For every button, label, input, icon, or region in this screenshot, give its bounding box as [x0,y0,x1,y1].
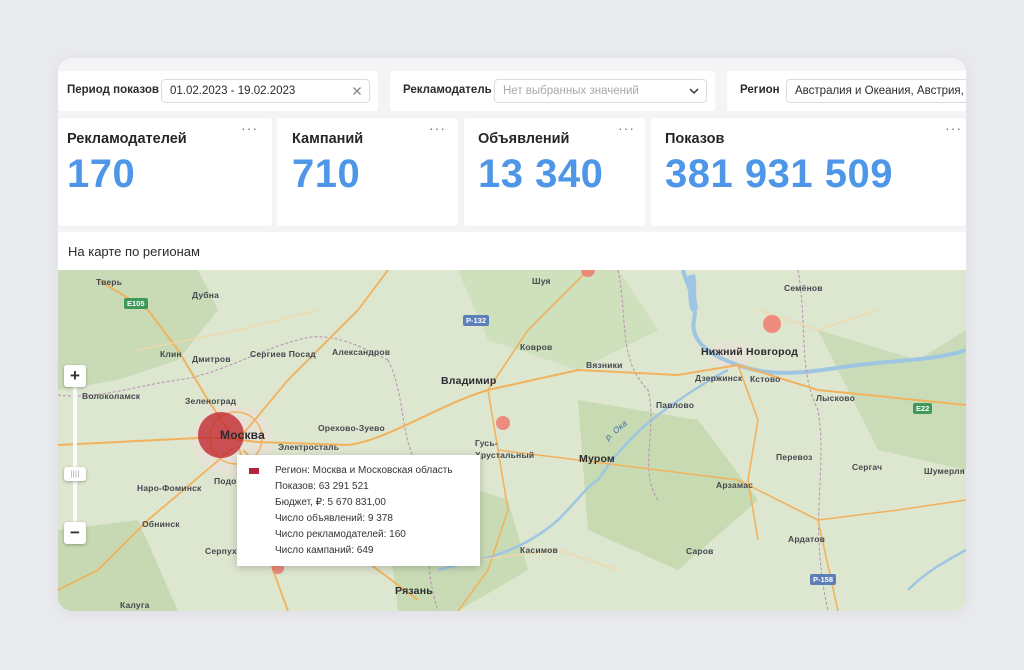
city-label: Шуя [532,276,551,286]
advertiser-filter: Рекламодатель Нет выбранных значений [390,71,715,111]
advertiser-placeholder: Нет выбранных значений [503,85,639,97]
city-label: Калуга [120,600,150,610]
filter-bar: Период показов 01.02.2023 - 19.02.2023 Р… [58,58,966,114]
kpi-ads: Объявлений 13 340 ··· [464,118,645,226]
bubble-vladimir[interactable] [496,416,510,430]
city-label: Кстово [750,374,781,384]
region-select[interactable]: Австралия и Океания, Австрия, А [786,79,966,103]
bubble-nnovgorod[interactable] [763,315,781,333]
city-label: Муром [579,453,615,465]
city-label: Ковров [520,342,553,352]
region-tooltip: Регион: Москва и Московская область Пока… [237,455,480,566]
city-label: Павлово [656,400,695,410]
region-label: Регион [740,84,780,96]
region-value: Австралия и Океания, Австрия, А [795,85,966,97]
city-label: Подо [214,476,237,486]
city-label: Вязники [586,360,623,370]
city-label: Тверь [96,277,123,287]
kpi-title: Объявлений [478,131,570,147]
advertiser-label: Рекламодатель [403,84,492,96]
period-filter: Период показов 01.02.2023 - 19.02.2023 [58,71,378,111]
kpi-title: Показов [665,131,725,147]
tooltip-impressions: Показов: 63 291 521 [275,481,369,492]
more-icon[interactable]: ··· [429,120,446,136]
road-shield: Р-158 [810,574,837,585]
road-shield: E105 [124,298,148,309]
city-label-capital: Москва [220,428,265,442]
zoom-slider-handle[interactable]: |||| [64,467,86,481]
tooltip-region: Регион: Москва и Московская область [275,465,453,476]
kpi-title: Рекламодателей [67,131,187,147]
region-filter: Регион Австралия и Океания, Австрия, А [727,71,966,111]
tooltip-budget: Бюджет, ₽: 5 670 831,00 [275,497,386,508]
more-icon[interactable]: ··· [945,120,962,136]
kpi-value: 710 [292,152,361,196]
tooltip-ads: Число объявлений: 9 378 [275,513,393,524]
more-icon[interactable]: ··· [618,120,635,136]
period-input[interactable]: 01.02.2023 - 19.02.2023 [161,79,370,103]
city-label: Лысково [816,393,855,403]
road-shield: Р-132 [463,315,490,326]
clear-icon[interactable] [351,85,363,97]
city-label: Хрустальный [475,450,535,460]
city-label: Орехово-Зуево [318,423,385,433]
city-label: Саров [686,546,714,556]
tooltip-campaigns: Число кампаний: 649 [275,545,374,556]
chevron-down-icon[interactable] [688,85,700,97]
city-label: Обнинск [142,519,180,529]
city-label: Зеленоград [185,396,237,406]
map-header: На карте по регионам [58,232,966,270]
city-label: Дзержинск [695,373,743,383]
more-icon[interactable]: ··· [241,120,258,136]
kpi-title: Кампаний [292,131,364,147]
city-label: Серпух [205,546,237,556]
zoom-in-button[interactable]: + [64,365,86,387]
dashboard-card: Период показов 01.02.2023 - 19.02.2023 Р… [58,58,966,611]
city-label: Сергиев Посад [250,349,316,359]
kpi-value: 13 340 [478,152,604,196]
city-label: Сергач [852,462,883,472]
city-label: Владимир [441,375,497,387]
city-label: Гусь- [475,438,498,448]
city-label: Арзамас [716,480,754,490]
region-map[interactable]: Тверь Дубна Клин Дмитров Сергиев Посад А… [58,270,966,611]
city-label: Касимов [520,545,558,555]
tooltip-color-swatch [249,468,259,474]
tooltip-advertisers: Число рекламодателей: 160 [275,529,406,540]
city-label: Дмитров [192,354,231,364]
city-label: Рязань [395,585,433,597]
city-label: Клин [160,349,182,359]
zoom-out-button[interactable]: − [64,522,86,544]
kpi-value: 170 [67,152,136,196]
city-label: Ардатов [788,534,826,544]
kpi-campaigns: Кампаний 710 ··· [277,118,458,226]
zoom-track[interactable] [73,380,77,522]
city-label: Семёнов [784,283,823,293]
map-title: На карте по регионам [68,244,200,259]
period-value: 01.02.2023 - 19.02.2023 [170,85,296,97]
city-label: Дубна [192,290,219,300]
city-label: Александров [332,347,391,357]
city-label: Шумерля [924,466,965,476]
kpi-impressions: Показов 381 931 509 ··· [651,118,966,226]
city-label: Волоколамск [82,391,141,401]
period-label: Период показов [67,84,159,96]
map-base [58,270,966,611]
city-label: Наро-Фоминск [137,483,202,493]
city-label: Нижний Новгород [701,346,799,358]
kpi-value: 381 931 509 [665,152,893,196]
advertiser-select[interactable]: Нет выбранных значений [494,79,707,103]
kpi-advertisers: Рекламодателей 170 ··· [58,118,272,226]
city-label: Перевоз [776,452,813,462]
city-label: Электросталь [278,442,340,452]
road-shield: E22 [913,403,933,414]
